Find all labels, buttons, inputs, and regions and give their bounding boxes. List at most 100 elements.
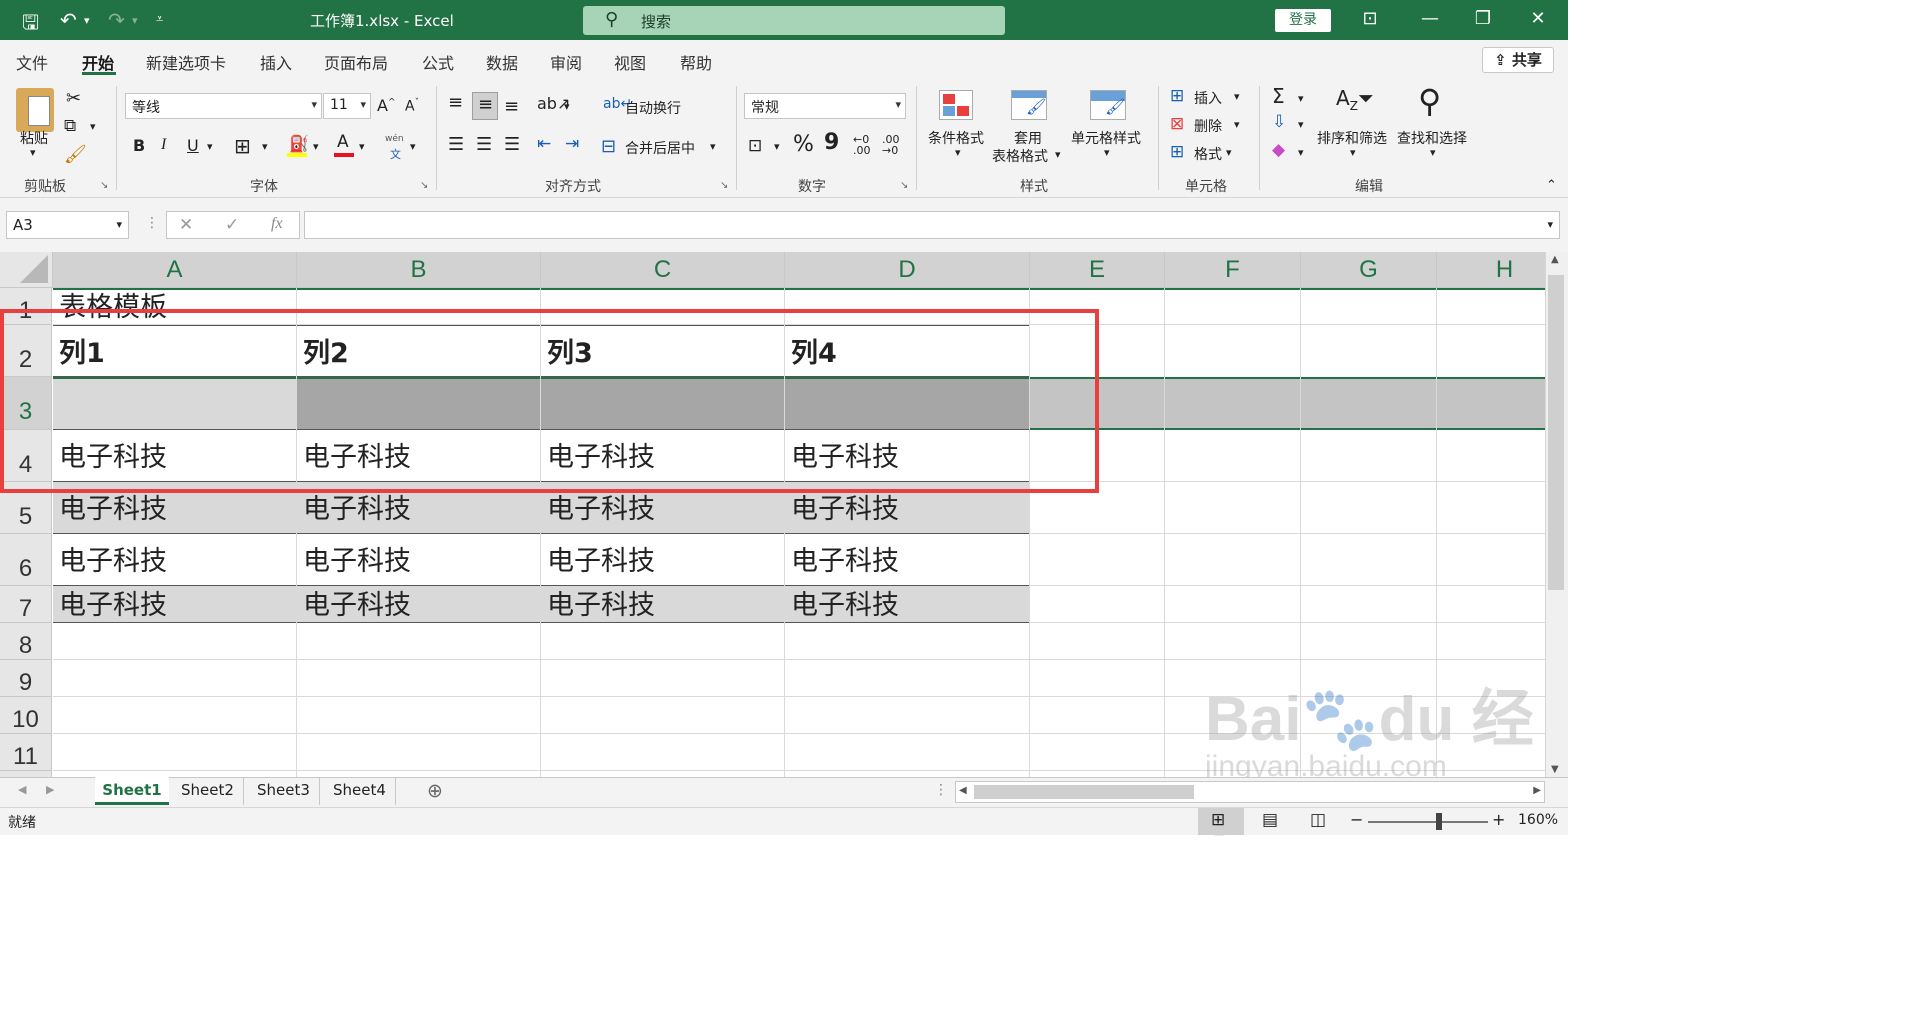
- format-painter-icon[interactable]: 🖌: [64, 144, 87, 165]
- redo-dropdown-icon[interactable]: ▾: [132, 14, 138, 27]
- format-as-table-button-line1[interactable]: 套用: [1014, 128, 1042, 148]
- tab-split-grip-icon[interactable]: ⋮: [934, 782, 948, 798]
- table-dropdown-icon[interactable]: ▾: [1055, 148, 1061, 161]
- undo-dropdown-icon[interactable]: ▾: [84, 14, 90, 27]
- underline-button[interactable]: U: [187, 136, 199, 155]
- scroll-down-icon[interactable]: ▼: [1551, 764, 1559, 775]
- merge-dropdown-icon[interactable]: ▾: [710, 140, 716, 153]
- sort-filter-button[interactable]: 排序和筛选: [1317, 128, 1387, 148]
- font-size-select[interactable]: 11 ▾: [323, 93, 371, 119]
- minimize-icon[interactable]: —: [1410, 8, 1450, 29]
- cell-d6[interactable]: 电子科技: [785, 534, 1030, 586]
- select-all-button[interactable]: [0, 252, 53, 288]
- row-header-10[interactable]: 10: [0, 697, 52, 734]
- column-header-b[interactable]: B: [297, 252, 541, 288]
- tab-file[interactable]: 文件: [16, 50, 48, 74]
- row-header-8[interactable]: 8: [0, 623, 52, 660]
- next-sheet-icon[interactable]: ▶: [46, 783, 54, 796]
- align-center-icon[interactable]: ☰: [476, 134, 492, 155]
- customize-toolbar-icon[interactable]: ⩡: [156, 12, 163, 27]
- zoom-in-icon[interactable]: +: [1492, 810, 1505, 829]
- format-dropdown-icon[interactable]: ▾: [1226, 146, 1232, 159]
- delete-cells-button[interactable]: 删除: [1194, 116, 1222, 136]
- fill-dropdown-icon[interactable]: ▾: [1298, 118, 1304, 131]
- zoom-slider-thumb[interactable]: [1436, 813, 1442, 830]
- column-header-f[interactable]: F: [1165, 252, 1301, 288]
- font-color-icon[interactable]: A: [334, 132, 354, 158]
- decrease-font-icon[interactable]: Aˇ: [405, 98, 419, 115]
- italic-button[interactable]: I: [161, 136, 166, 154]
- column-header-e[interactable]: E: [1030, 252, 1165, 288]
- align-right-icon[interactable]: ☰: [504, 134, 520, 155]
- close-icon[interactable]: ✕: [1518, 8, 1558, 29]
- vertical-scroll-thumb[interactable]: [1548, 275, 1564, 590]
- column-header-g[interactable]: G: [1301, 252, 1437, 288]
- cell-d7[interactable]: 电子科技: [785, 586, 1030, 623]
- align-bottom-icon[interactable]: ≡: [504, 96, 519, 117]
- enter-icon[interactable]: ✓: [225, 215, 239, 235]
- clipboard-launcher-icon[interactable]: ↘: [100, 180, 108, 191]
- align-left-icon[interactable]: ☰: [448, 134, 464, 155]
- tab-home[interactable]: 开始: [82, 50, 114, 74]
- sheet-tab-sheet1[interactable]: Sheet1: [95, 777, 169, 805]
- row-header-6[interactable]: 6: [0, 534, 52, 586]
- merge-center-button[interactable]: 合并后居中: [625, 138, 695, 158]
- fill-color-icon[interactable]: ⛽: [287, 134, 309, 158]
- increase-decimal-icon[interactable]: ←0.00: [853, 134, 871, 156]
- page-layout-view-icon[interactable]: ▤: [1262, 810, 1278, 830]
- row-header-11[interactable]: 11: [0, 734, 52, 771]
- font-launcher-icon[interactable]: ↘: [420, 180, 428, 191]
- phonetic-dropdown-icon[interactable]: ▾: [410, 140, 416, 153]
- fill-dropdown-icon[interactable]: ▾: [313, 140, 319, 153]
- cell-a7[interactable]: 电子科技: [53, 586, 297, 623]
- paste-button[interactable]: 粘贴: [20, 128, 48, 148]
- decrease-indent-icon[interactable]: ⇤: [537, 134, 551, 154]
- name-box[interactable]: A3 ▾: [6, 211, 129, 239]
- format-as-table-icon[interactable]: 🖌: [1011, 90, 1047, 120]
- autosum-icon[interactable]: Σ: [1272, 84, 1285, 108]
- cell-b7[interactable]: 电子科技: [297, 586, 541, 623]
- increase-font-icon[interactable]: A^: [377, 96, 396, 115]
- cut-icon[interactable]: ✂: [66, 88, 81, 109]
- increase-indent-icon[interactable]: ⇥: [565, 134, 579, 154]
- cell-styles-icon[interactable]: 🖌: [1090, 90, 1126, 120]
- accounting-dropdown-icon[interactable]: ▾: [774, 140, 780, 153]
- copy-dropdown-icon[interactable]: ▾: [90, 120, 96, 133]
- paste-icon[interactable]: [16, 88, 54, 132]
- insert-dropdown-icon[interactable]: ▾: [1234, 90, 1240, 103]
- orientation-dropdown-icon[interactable]: ▾: [564, 100, 570, 113]
- find-dropdown-icon[interactable]: ▾: [1430, 146, 1436, 159]
- cell-styles-button[interactable]: 单元格样式: [1071, 128, 1141, 148]
- tab-formulas[interactable]: 公式: [422, 50, 454, 74]
- format-as-table-button-line2[interactable]: 表格格式: [992, 146, 1048, 166]
- ribbon-display-icon[interactable]: ⊡: [1350, 8, 1390, 29]
- scroll-left-icon[interactable]: ◀: [959, 785, 967, 796]
- underline-dropdown-icon[interactable]: ▾: [207, 140, 213, 153]
- row-header-9[interactable]: 9: [0, 660, 52, 697]
- font-name-select[interactable]: 等线 ▾: [125, 93, 322, 119]
- cancel-icon[interactable]: ✕: [179, 215, 193, 235]
- sort-dropdown-icon[interactable]: ▾: [1350, 146, 1356, 159]
- clear-dropdown-icon[interactable]: ▾: [1298, 146, 1304, 159]
- collapse-ribbon-icon[interactable]: ⌃: [1546, 178, 1557, 193]
- tab-view[interactable]: 视图: [614, 50, 646, 74]
- accounting-format-icon[interactable]: ⊡: [748, 136, 762, 156]
- autosum-dropdown-icon[interactable]: ▾: [1298, 92, 1304, 105]
- row-header-7[interactable]: 7: [0, 586, 52, 623]
- expand-formula-icon[interactable]: ▾: [1547, 218, 1553, 231]
- insert-cells-button[interactable]: 插入: [1194, 88, 1222, 108]
- page-break-view-icon[interactable]: ◫: [1310, 810, 1326, 830]
- comma-style-button[interactable]: 9: [824, 130, 839, 155]
- zoom-slider-track[interactable]: [1368, 821, 1488, 823]
- horizontal-scrollbar[interactable]: ◀ ▶: [955, 781, 1545, 803]
- add-sheet-icon[interactable]: ⊕: [427, 780, 443, 802]
- cell-c7[interactable]: 电子科技: [541, 586, 785, 623]
- border-dropdown-icon[interactable]: ▾: [262, 140, 268, 153]
- copy-icon[interactable]: ⧉: [64, 116, 76, 136]
- cond-dropdown-icon[interactable]: ▾: [955, 146, 961, 159]
- scroll-up-icon[interactable]: ▲: [1551, 254, 1559, 265]
- conditional-format-icon[interactable]: [939, 90, 973, 120]
- font-color-dropdown-icon[interactable]: ▾: [359, 140, 365, 153]
- delete-dropdown-icon[interactable]: ▾: [1234, 118, 1240, 131]
- formula-input[interactable]: ▾: [304, 211, 1560, 239]
